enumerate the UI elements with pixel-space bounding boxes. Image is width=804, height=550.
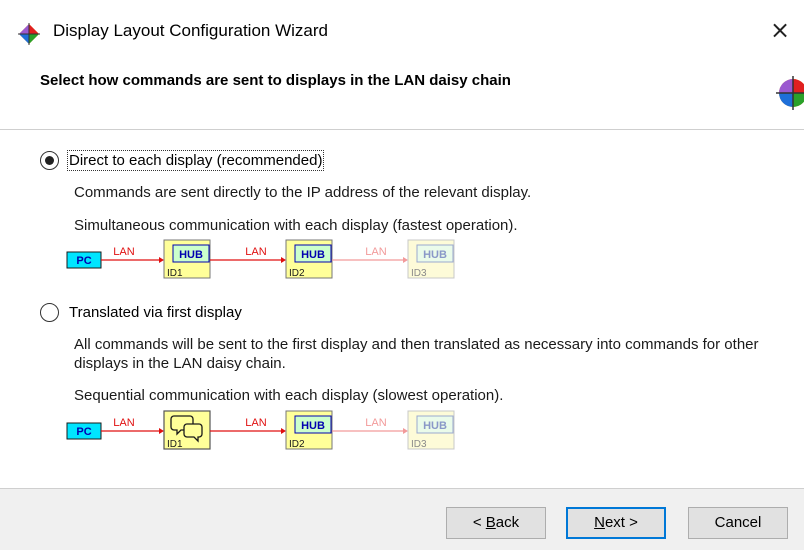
hub-label: HUB (423, 249, 447, 261)
title-bar: Display Layout Configuration Wizard × (0, 0, 804, 64)
page-title: Select how commands are sent to displays… (40, 72, 511, 89)
pc-label: PC (76, 426, 91, 438)
option-translated-desc-1: All commands will be sent to the first d… (74, 336, 759, 372)
cancel-button-label: Cancel (714, 514, 762, 531)
next-button-label: Next > (594, 514, 638, 531)
id-label: ID2 (289, 268, 305, 279)
id-label: ID3 (411, 439, 427, 450)
wizard-content: Direct to each display (recommended) Com… (0, 131, 804, 487)
option-direct-label[interactable]: Direct to each display (recommended) (66, 150, 325, 171)
option-direct-desc-2: Simultaneous communication with each dis… (74, 217, 518, 234)
next-button[interactable]: Next > (566, 507, 666, 539)
wizard-footer: < Back Next > Cancel (0, 488, 804, 550)
hub-label: HUB (301, 420, 325, 432)
option-direct-desc-1: Commands are sent directly to the IP add… (74, 184, 532, 201)
wizard-header: Select how commands are sent to displays… (0, 64, 804, 130)
wizard-app-icon (776, 76, 804, 110)
id-label: ID3 (411, 268, 427, 279)
hub-label: HUB (301, 249, 325, 261)
id-label: ID1 (167, 439, 183, 450)
lan-label: LAN (113, 417, 134, 429)
lan-label: LAN (245, 246, 266, 258)
back-button-label: < Back (472, 514, 520, 531)
cancel-button[interactable]: Cancel (688, 507, 788, 539)
radio-translated[interactable] (40, 303, 59, 322)
option-direct[interactable]: Direct to each display (recommended) (40, 150, 400, 173)
close-icon[interactable]: × (766, 16, 794, 44)
lan-label: LAN (365, 417, 386, 429)
diagram-direct: PC LAN HUB ID1 LAN HUB ID2 LAN HUB ID3 (66, 239, 455, 279)
window-title: Display Layout Configuration Wizard (53, 21, 328, 40)
id-label: ID2 (289, 439, 305, 450)
hub-label: HUB (423, 420, 447, 432)
wizard-app-icon (18, 23, 40, 45)
option-translated-label[interactable]: Translated via first display (69, 304, 242, 321)
diagram-translated: PC LAN ID1 LAN HUB ID2 LAN HUB ID3 (66, 410, 455, 450)
lan-label: LAN (365, 246, 386, 258)
pc-label: PC (76, 255, 91, 267)
lan-label: LAN (113, 246, 134, 258)
id-label: ID1 (167, 268, 183, 279)
radio-direct[interactable] (40, 151, 59, 170)
lan-label: LAN (245, 417, 266, 429)
back-button[interactable]: < Back (446, 507, 546, 539)
option-translated-desc-2: Sequential communication with each displ… (74, 387, 504, 404)
hub-label: HUB (179, 249, 203, 261)
option-translated[interactable]: Translated via first display (40, 303, 300, 325)
